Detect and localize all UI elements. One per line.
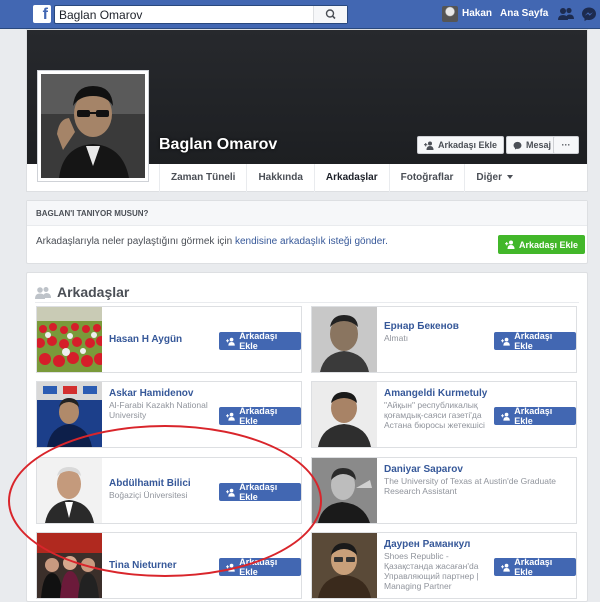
add-friend-icon (505, 240, 515, 249)
profile-name: Baglan Omarov (159, 136, 278, 153)
friend-requests-icon[interactable] (557, 6, 575, 22)
friend-photo[interactable] (37, 458, 102, 523)
friend-photo[interactable] (37, 382, 102, 447)
friends-section: Arkadaşlar Hasan H Aygün Arkadaşı Ekle Е… (26, 272, 588, 602)
friend-name[interactable]: Amangeldi Kurmetuly (384, 388, 487, 399)
add-friend-label: Arkadaşı Ekle (438, 140, 498, 150)
add-friend-button[interactable]: Arkadaşı Ekle (219, 557, 301, 577)
user-profile-link[interactable]: Hakan (462, 8, 492, 19)
friend-detail: Boğaziçi Üniversitesi (109, 490, 188, 500)
friend-card: Amangeldi Kurmetuly "Айқын" республикалы… (311, 381, 577, 448)
add-friend-icon (226, 337, 235, 346)
add-friend-label: Arkadaşı Ekle (519, 239, 579, 250)
friend-name[interactable]: Daniyar Saparov (384, 464, 463, 475)
tab-more-label: Diğer (476, 172, 502, 183)
add-friend-icon (226, 563, 235, 572)
search-input[interactable] (55, 6, 315, 23)
search-icon (325, 9, 336, 20)
friend-photo[interactable] (37, 533, 102, 598)
add-friend-green-button[interactable]: Arkadaşı Ekle (498, 235, 586, 254)
do-you-know-title: BAGLAN'I TANIYOR MUSUN? (27, 201, 587, 226)
add-friend-label: Arkadaşı Ekle (239, 406, 278, 426)
friend-name[interactable]: Даурен Раманкул (384, 539, 470, 550)
add-friend-label: Arkadaşı Ekle (239, 331, 278, 351)
friend-photo[interactable] (312, 533, 377, 598)
friend-photo[interactable] (312, 458, 377, 523)
search-button[interactable] (313, 6, 347, 23)
friend-detail: Almatı (384, 333, 409, 343)
add-friend-icon (424, 141, 434, 150)
add-friend-label: Arkadaşı Ekle (514, 331, 553, 351)
friend-card: Даурен Раманкул Shoes Republic - Қазақст… (311, 532, 577, 599)
messenger-icon (513, 141, 522, 149)
friend-detail: The University of Texas at Austin'de Gra… (384, 476, 557, 496)
send-friend-request-link[interactable]: kendisine arkadaşlık isteği gönder. (235, 236, 388, 247)
message-label: Mesaj (526, 140, 552, 150)
friends-heading: Arkadaşlar (35, 284, 129, 300)
friends-icon (35, 286, 51, 299)
add-friend-button[interactable]: Arkadaşı Ekle (417, 136, 505, 154)
friends-title: Arkadaşlar (57, 284, 130, 300)
message-button[interactable]: Mesaj (506, 136, 559, 154)
tab-about[interactable]: Hakkında (246, 164, 313, 192)
add-friend-icon (501, 563, 510, 572)
friend-detail: Shoes Republic - Қазақстанда жасаған'da … (384, 551, 479, 591)
add-friend-label: Arkadaşı Ekle (514, 557, 553, 577)
friend-name[interactable]: Askar Hamidenov (109, 388, 193, 399)
friend-name[interactable]: Hasan H Aygün (109, 334, 182, 345)
tab-friends[interactable]: Arkadaşlar (313, 164, 389, 192)
section-divider (35, 302, 579, 303)
search-box[interactable] (54, 5, 348, 24)
friend-card: Tina Nieturner Arkadaşı Ekle (36, 532, 302, 599)
facebook-logo[interactable]: f (33, 5, 51, 23)
add-friend-icon (501, 337, 510, 346)
add-friend-icon (226, 488, 235, 497)
add-friend-button[interactable]: Arkadaşı Ekle (494, 331, 576, 351)
friend-photo[interactable] (312, 382, 377, 447)
add-friend-label: Arkadaşı Ekle (239, 557, 278, 577)
friend-card: Askar Hamidenov Al-Farabi Kazakh Nationa… (36, 381, 302, 448)
tab-more[interactable]: Diğer (464, 164, 524, 192)
caret-down-icon (506, 175, 513, 180)
friend-card: Abdülhamit Bilici Boğaziçi Üniversitesi … (36, 457, 302, 524)
add-friend-button[interactable]: Arkadaşı Ekle (494, 406, 576, 426)
friend-photo[interactable] (312, 307, 377, 372)
tab-timeline[interactable]: Zaman Tüneli (159, 164, 246, 192)
add-friend-label: Arkadaşı Ekle (239, 482, 278, 502)
friend-card: Daniyar Saparov The University of Texas … (311, 457, 577, 524)
add-friend-button[interactable]: Arkadaşı Ekle (219, 482, 301, 502)
friend-card: Hasan H Aygün Arkadaşı Ekle (36, 306, 302, 373)
do-you-know-description: Arkadaşlarıyla neler paylaştığını görmek… (36, 236, 233, 247)
top-navigation-bar: f Hakan Ana Sayfa (0, 0, 600, 29)
profile-tabs: Zaman Tüneli Hakkında Arkadaşlar Fotoğra… (159, 164, 524, 192)
do-you-know-text: Arkadaşlarıyla neler paylaştığını görmek… (36, 236, 388, 247)
tab-photos[interactable]: Fotoğraflar (388, 164, 465, 192)
friend-card: Ернар Бекенов Almatı Arkadaşı Ekle (311, 306, 577, 373)
add-friend-icon (226, 412, 235, 421)
add-friend-label: Arkadaşı Ekle (514, 406, 553, 426)
add-friend-button[interactable]: Arkadaşı Ekle (219, 406, 301, 426)
messenger-icon[interactable] (581, 6, 599, 22)
profile-picture[interactable] (37, 70, 149, 182)
friend-name[interactable]: Abdülhamit Bilici (109, 478, 191, 489)
more-options-button[interactable]: ··· (553, 136, 579, 154)
add-friend-icon (501, 412, 510, 421)
friend-name[interactable]: Ернар Бекенов (384, 321, 459, 332)
add-friend-button[interactable]: Arkadaşı Ekle (494, 557, 576, 577)
add-friend-button[interactable]: Arkadaşı Ekle (219, 331, 301, 351)
friend-detail: "Айқын" республикалық қоғамдық-саяси газ… (384, 400, 485, 430)
friend-name[interactable]: Tina Nieturner (109, 560, 177, 571)
do-you-know-box: BAGLAN'I TANIYOR MUSUN? Arkadaşlarıyla n… (26, 200, 588, 264)
friend-photo[interactable] (37, 307, 102, 372)
user-avatar[interactable] (442, 6, 458, 22)
friend-detail: Al-Farabi Kazakh National University (109, 400, 208, 420)
home-link[interactable]: Ana Sayfa (500, 8, 548, 19)
